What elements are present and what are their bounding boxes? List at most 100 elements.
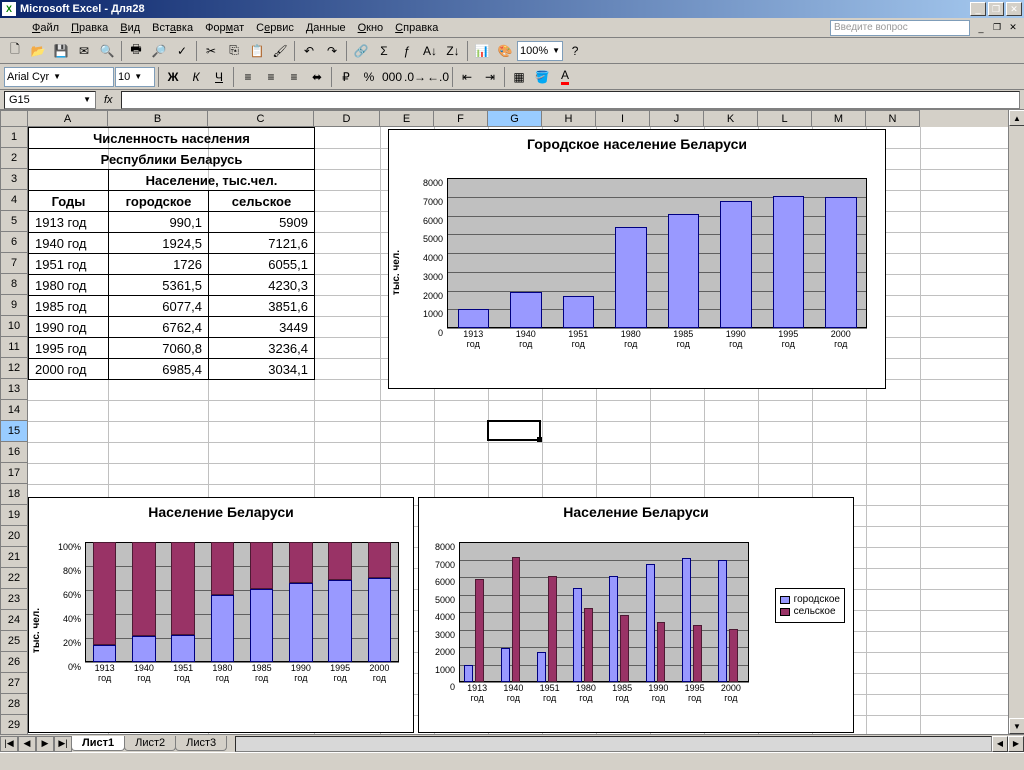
minimize-button[interactable]: _ [970, 2, 986, 16]
row-header-28[interactable]: 28 [0, 694, 28, 715]
italic-icon[interactable]: К [185, 66, 207, 88]
comma-icon[interactable]: 000 [381, 66, 403, 88]
redo-icon[interactable]: ↷ [321, 40, 343, 62]
drawing-icon[interactable]: 🎨 [494, 40, 516, 62]
column-header-C[interactable]: C [208, 110, 314, 127]
undo-icon[interactable]: ↶ [298, 40, 320, 62]
row-header-25[interactable]: 25 [0, 631, 28, 652]
menu-window[interactable]: Окно [352, 20, 390, 36]
hyperlink-icon[interactable]: 🔗 [350, 40, 372, 62]
row-header-1[interactable]: 1 [0, 127, 28, 148]
currency-icon[interactable]: ₽ [335, 66, 357, 88]
search-icon[interactable]: 🔍 [96, 40, 118, 62]
menu-edit[interactable]: Правка [65, 20, 114, 36]
doc-minimize-button[interactable]: _ [974, 22, 988, 34]
underline-icon[interactable]: Ч [208, 66, 230, 88]
column-header-D[interactable]: D [314, 110, 380, 127]
select-all-corner[interactable] [0, 110, 28, 127]
row-header-27[interactable]: 27 [0, 673, 28, 694]
maximize-button[interactable]: ❐ [988, 2, 1004, 16]
copy-icon[interactable]: ⎘ [223, 40, 245, 62]
function-icon[interactable]: ƒ [396, 40, 418, 62]
column-header-F[interactable]: F [434, 110, 488, 127]
autosum-icon[interactable]: Σ [373, 40, 395, 62]
sort-desc-icon[interactable]: Z↓ [442, 40, 464, 62]
row-header-7[interactable]: 7 [0, 253, 28, 274]
cut-icon[interactable]: ✂ [200, 40, 222, 62]
align-left-icon[interactable]: ≡ [237, 66, 259, 88]
menu-help[interactable]: Справка [389, 20, 444, 36]
menu-insert[interactable]: Вставка [146, 20, 199, 36]
new-icon[interactable]: 🗋 [4, 40, 26, 62]
mail-icon[interactable]: ✉ [73, 40, 95, 62]
row-header-10[interactable]: 10 [0, 316, 28, 337]
align-center-icon[interactable]: ≡ [260, 66, 282, 88]
column-header-K[interactable]: K [704, 110, 758, 127]
doc-restore-button[interactable]: ❐ [990, 22, 1004, 34]
column-header-B[interactable]: B [108, 110, 208, 127]
formula-input[interactable] [121, 91, 1020, 109]
data-table[interactable]: Численность населения Республики Беларус… [28, 127, 315, 380]
row-header-14[interactable]: 14 [0, 400, 28, 421]
save-icon[interactable]: 💾 [50, 40, 72, 62]
row-header-17[interactable]: 17 [0, 463, 28, 484]
help-icon[interactable]: ? [564, 40, 586, 62]
doc-close-button[interactable]: ✕ [1006, 22, 1020, 34]
chart-urban-population[interactable]: Городское население Беларуси тыс. чел. 0… [388, 129, 886, 389]
worksheet-grid[interactable]: ABCDEFGHIJKLMN 1234567891011121314151617… [0, 110, 1024, 734]
menu-data[interactable]: Данные [300, 20, 352, 36]
merge-icon[interactable]: ⬌ [306, 66, 328, 88]
column-header-L[interactable]: L [758, 110, 812, 127]
row-header-4[interactable]: 4 [0, 190, 28, 211]
menu-file[interactable]: Файл [26, 20, 65, 36]
close-button[interactable]: ✕ [1006, 2, 1022, 16]
column-header-G[interactable]: G [488, 110, 542, 127]
row-header-23[interactable]: 23 [0, 589, 28, 610]
decrease-indent-icon[interactable]: ⇤ [456, 66, 478, 88]
format-painter-icon[interactable]: 🖌 [269, 40, 291, 62]
font-color-icon[interactable]: A [554, 66, 576, 88]
column-header-I[interactable]: I [596, 110, 650, 127]
fx-icon[interactable]: fx [100, 94, 117, 106]
align-right-icon[interactable]: ≡ [283, 66, 305, 88]
fill-color-icon[interactable]: 🪣 [531, 66, 553, 88]
menu-view[interactable]: Вид [114, 20, 146, 36]
row-header-21[interactable]: 21 [0, 547, 28, 568]
column-header-E[interactable]: E [380, 110, 434, 127]
row-header-6[interactable]: 6 [0, 232, 28, 253]
vertical-scrollbar[interactable]: ▲ ▼ [1008, 110, 1024, 734]
print-icon[interactable]: 🖶 [125, 40, 147, 62]
row-header-26[interactable]: 26 [0, 652, 28, 673]
row-header-16[interactable]: 16 [0, 442, 28, 463]
row-header-11[interactable]: 11 [0, 337, 28, 358]
row-header-5[interactable]: 5 [0, 211, 28, 232]
row-header-8[interactable]: 8 [0, 274, 28, 295]
menu-format[interactable]: Формат [199, 20, 250, 36]
spellcheck-icon[interactable]: ✓ [171, 40, 193, 62]
preview-icon[interactable]: 🔎 [148, 40, 170, 62]
font-combo[interactable]: Arial Cyr▼ [4, 67, 114, 87]
row-header-24[interactable]: 24 [0, 610, 28, 631]
percent-icon[interactable]: % [358, 66, 380, 88]
scroll-down-icon[interactable]: ▼ [1009, 718, 1024, 734]
decrease-decimal-icon[interactable]: ←.0 [427, 66, 449, 88]
fontsize-combo[interactable]: 10▼ [115, 67, 155, 87]
row-header-29[interactable]: 29 [0, 715, 28, 734]
menu-tools[interactable]: Сервис [250, 20, 300, 36]
chart-population-stacked[interactable]: Население Беларуси тыс. чел. 0%20%40%60%… [28, 497, 414, 733]
column-header-H[interactable]: H [542, 110, 596, 127]
open-icon[interactable]: 📂 [27, 40, 49, 62]
row-header-19[interactable]: 19 [0, 505, 28, 526]
column-header-A[interactable]: A [28, 110, 108, 127]
increase-indent-icon[interactable]: ⇥ [479, 66, 501, 88]
paste-icon[interactable]: 📋 [246, 40, 268, 62]
row-header-2[interactable]: 2 [0, 148, 28, 169]
active-cell[interactable] [487, 420, 541, 441]
row-header-12[interactable]: 12 [0, 358, 28, 379]
chart-population-grouped[interactable]: Население Беларуси 010002000300040005000… [418, 497, 854, 733]
chart-icon[interactable]: 📊 [471, 40, 493, 62]
row-header-9[interactable]: 9 [0, 295, 28, 316]
row-header-18[interactable]: 18 [0, 484, 28, 505]
name-box[interactable]: G15▼ [4, 91, 96, 109]
row-header-3[interactable]: 3 [0, 169, 28, 190]
